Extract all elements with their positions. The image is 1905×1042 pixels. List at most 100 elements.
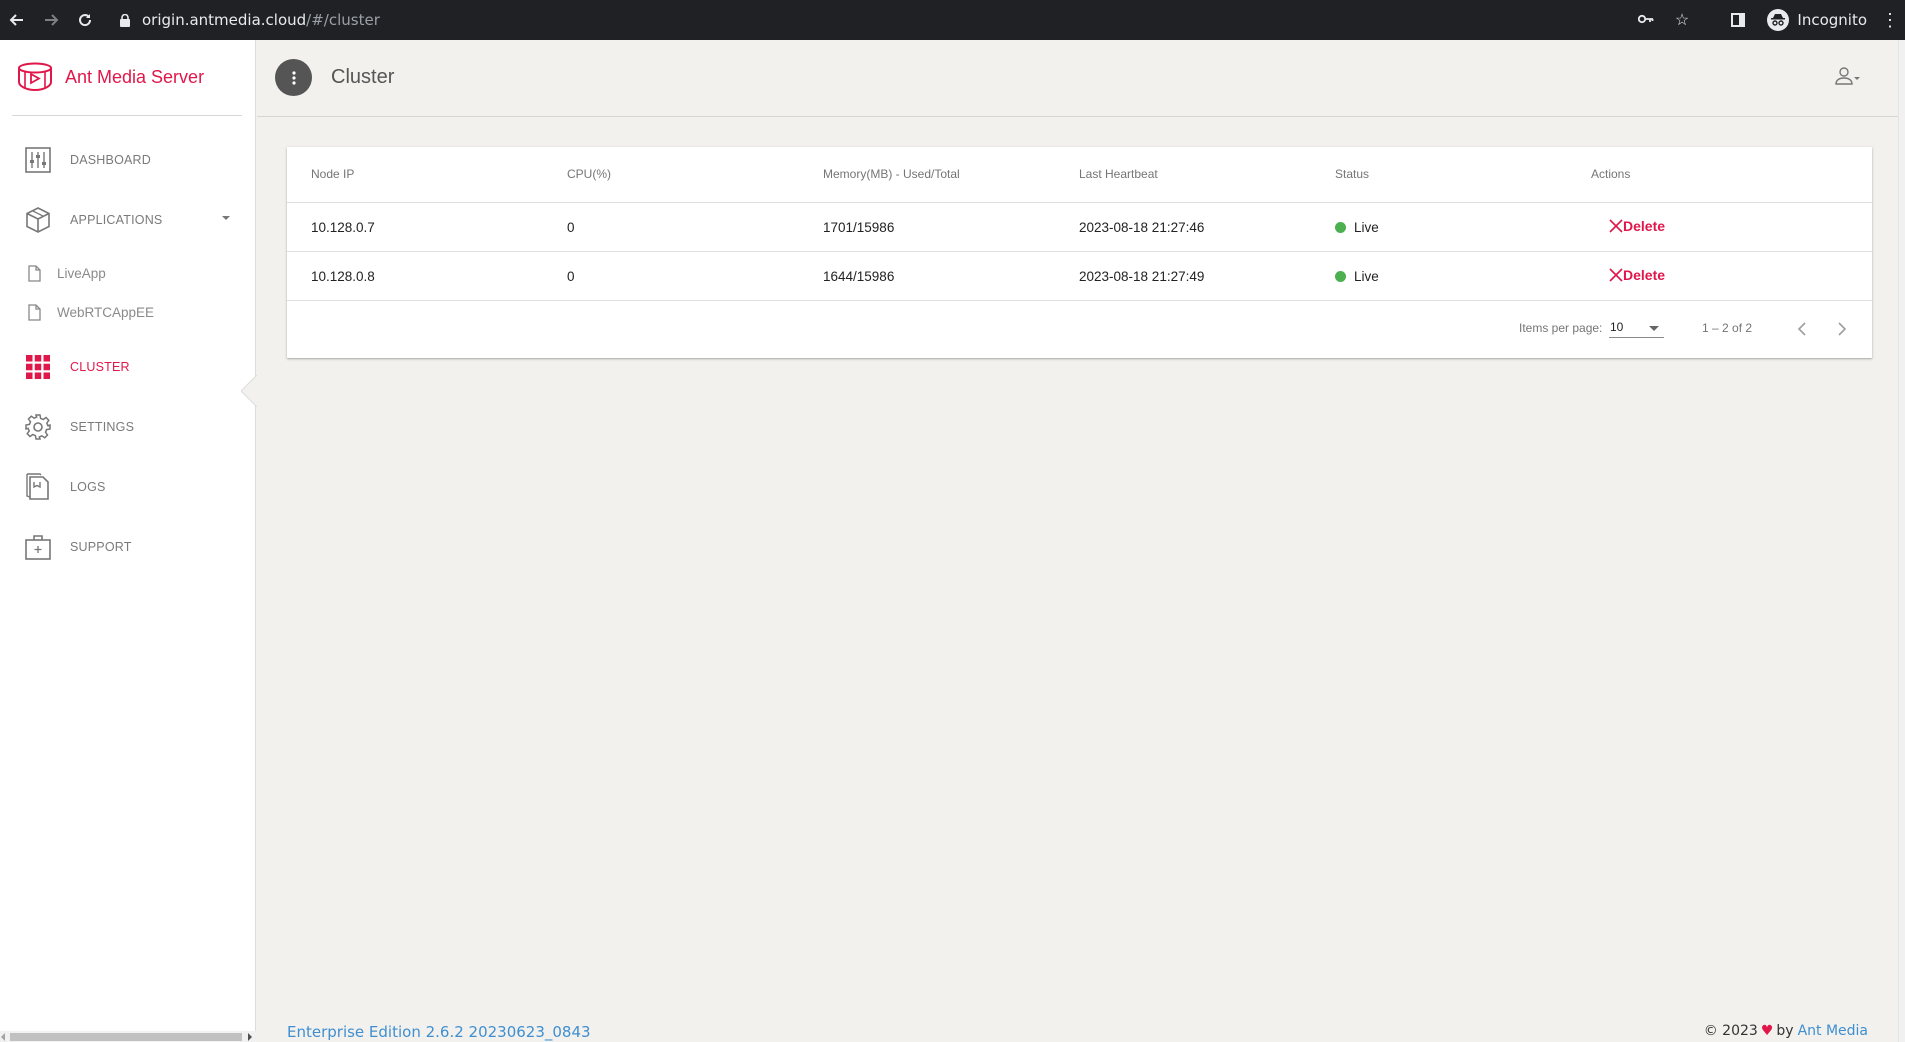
vertical-dots-icon — [291, 70, 296, 85]
column-header-last-heartbeat: Last Heartbeat — [1079, 167, 1158, 181]
delete-label: Delete — [1623, 267, 1666, 283]
active-item-indicator — [241, 375, 257, 407]
back-icon[interactable] — [0, 0, 34, 40]
file-icon — [28, 304, 41, 321]
status-cell: Live — [1335, 269, 1379, 284]
sidebar-item-settings[interactable]: SETTINGS — [24, 413, 134, 441]
dashboard-sliders-icon — [24, 146, 52, 174]
column-header-cpu: CPU(%) — [567, 167, 611, 181]
ant-media-logo-icon — [18, 62, 52, 92]
cpu-cell: 0 — [567, 269, 575, 284]
page-scrollbar[interactable] — [1898, 40, 1905, 1042]
sidebar-app-label: WebRTCAppEE — [57, 305, 155, 320]
sidebar-item-label: APPLICATIONS — [70, 213, 163, 227]
gear-icon — [24, 413, 52, 441]
sidebar: Ant Media Server DASHBOARD APPLICATIONS … — [0, 40, 257, 1042]
memory-cell: 1701/15986 — [823, 220, 895, 235]
copyright-footer: © 2023 ♥ by Ant Media — [1704, 1023, 1868, 1039]
sidebar-item-label: LOGS — [70, 480, 106, 494]
incognito-badge[interactable]: Incognito — [1767, 9, 1867, 31]
items-per-page-value: 10 — [1610, 320, 1624, 334]
key-icon[interactable] — [1636, 11, 1656, 29]
scroll-left-icon[interactable] — [1, 1033, 5, 1041]
status-dot-icon — [1335, 222, 1346, 233]
brand-name: Ant Media Server — [65, 66, 205, 87]
incognito-icon — [1767, 9, 1790, 31]
delete-node-button[interactable]: Delete — [1609, 267, 1665, 283]
node-ip-cell: 10.128.0.8 — [311, 269, 375, 284]
page-header: Cluster — [257, 40, 1905, 117]
url-host: origin.antmedia.cloud — [142, 11, 307, 29]
forward-icon[interactable] — [34, 0, 68, 40]
chevron-left-icon — [1797, 322, 1806, 336]
close-icon — [1609, 219, 1623, 233]
status-cell: Live — [1335, 220, 1379, 235]
status-text: Live — [1354, 269, 1379, 284]
chevron-down-icon[interactable] — [222, 216, 230, 220]
delete-node-button[interactable]: Delete — [1609, 218, 1665, 234]
page-title: Cluster — [331, 66, 395, 88]
scrollbar-thumb[interactable] — [10, 1033, 242, 1041]
table-header: Node IP CPU(%) Memory(MB) - Used/Total L… — [287, 147, 1872, 203]
copyright-text: © 2023 — [1703, 1023, 1758, 1039]
dropdown-arrow-icon — [1649, 326, 1659, 331]
brand-divider — [12, 115, 242, 116]
scroll-right-icon[interactable] — [248, 1033, 252, 1041]
previous-page-button[interactable] — [1788, 315, 1816, 343]
sidebar-item-logs[interactable]: LOGS — [24, 473, 106, 501]
heartbeat-cell: 2023-08-18 21:27:49 — [1079, 269, 1205, 284]
sidebar-item-label: CLUSTER — [70, 360, 130, 374]
column-header-actions: Actions — [1591, 167, 1631, 181]
cluster-nodes-table: Node IP CPU(%) Memory(MB) - Used/Total L… — [287, 147, 1872, 358]
file-icon — [28, 265, 41, 282]
browser-toolbar: origin.antmedia.cloud/#/cluster ☆ Incogn… — [0, 0, 1905, 40]
address-bar[interactable]: origin.antmedia.cloud/#/cluster ☆ — [106, 3, 1696, 37]
memory-cell: 1644/15986 — [823, 269, 895, 284]
heart-icon: ♥ — [1760, 1023, 1774, 1039]
table-row: 10.128.0.7 0 1701/15986 2023-08-18 21:27… — [287, 203, 1872, 252]
sidebar-item-dashboard[interactable]: DASHBOARD — [24, 146, 151, 174]
close-icon — [1609, 268, 1623, 282]
items-per-page-label: Items per page: — [1519, 321, 1603, 335]
ant-media-link[interactable]: Ant Media — [1798, 1023, 1868, 1039]
incognito-label: Incognito — [1797, 11, 1867, 29]
browser-menu-icon[interactable]: ⋮ — [1881, 10, 1899, 31]
by-text: by — [1776, 1023, 1794, 1039]
url-text[interactable]: origin.antmedia.cloud/#/cluster — [142, 11, 380, 29]
chevron-right-icon — [1838, 322, 1847, 336]
more-menu-button[interactable] — [275, 59, 312, 96]
heartbeat-cell: 2023-08-18 21:27:46 — [1079, 220, 1205, 235]
user-icon — [1835, 67, 1860, 85]
sidebar-item-applications[interactable]: APPLICATIONS — [24, 206, 162, 234]
table-row: 10.128.0.8 0 1644/15986 2023-08-18 21:27… — [287, 252, 1872, 301]
sidebar-item-label: SUPPORT — [70, 540, 132, 554]
brand-logo[interactable]: Ant Media Server — [17, 62, 204, 92]
lock-icon — [118, 12, 132, 28]
side-panel-icon[interactable] — [1731, 13, 1746, 27]
grid-icon — [24, 353, 52, 381]
sidebar-item-label: DASHBOARD — [70, 153, 151, 167]
next-page-button[interactable] — [1828, 315, 1856, 343]
reload-icon[interactable] — [68, 0, 102, 40]
sidebar-horizontal-scrollbar[interactable] — [0, 1031, 256, 1042]
star-icon[interactable]: ☆ — [1672, 10, 1692, 30]
cube-icon — [24, 206, 52, 234]
column-header-memory: Memory(MB) - Used/Total — [823, 167, 960, 181]
url-path: /#/cluster — [306, 11, 380, 29]
user-menu-button[interactable] — [1835, 66, 1861, 86]
items-per-page-select[interactable]: 10 — [1609, 318, 1664, 338]
node-ip-cell: 10.128.0.7 — [311, 220, 375, 235]
cpu-cell: 0 — [567, 220, 575, 235]
table-paginator: Items per page: 10 1 – 2 of 2 — [287, 301, 1872, 357]
status-text: Live — [1354, 220, 1379, 235]
column-header-status: Status — [1335, 167, 1370, 181]
support-kit-icon — [24, 533, 52, 561]
column-header-node-ip: Node IP — [311, 167, 355, 181]
sidebar-item-support[interactable]: SUPPORT — [24, 533, 132, 561]
logs-icon — [24, 473, 52, 501]
sidebar-item-cluster[interactable]: CLUSTER — [24, 353, 130, 381]
edition-label: Enterprise Edition 2.6.2 20230623_0843 — [287, 1023, 591, 1041]
sidebar-app-liveapp[interactable]: LiveApp — [28, 265, 106, 282]
sidebar-app-webrtcappee[interactable]: WebRTCAppEE — [28, 304, 154, 321]
status-dot-icon — [1335, 271, 1346, 282]
